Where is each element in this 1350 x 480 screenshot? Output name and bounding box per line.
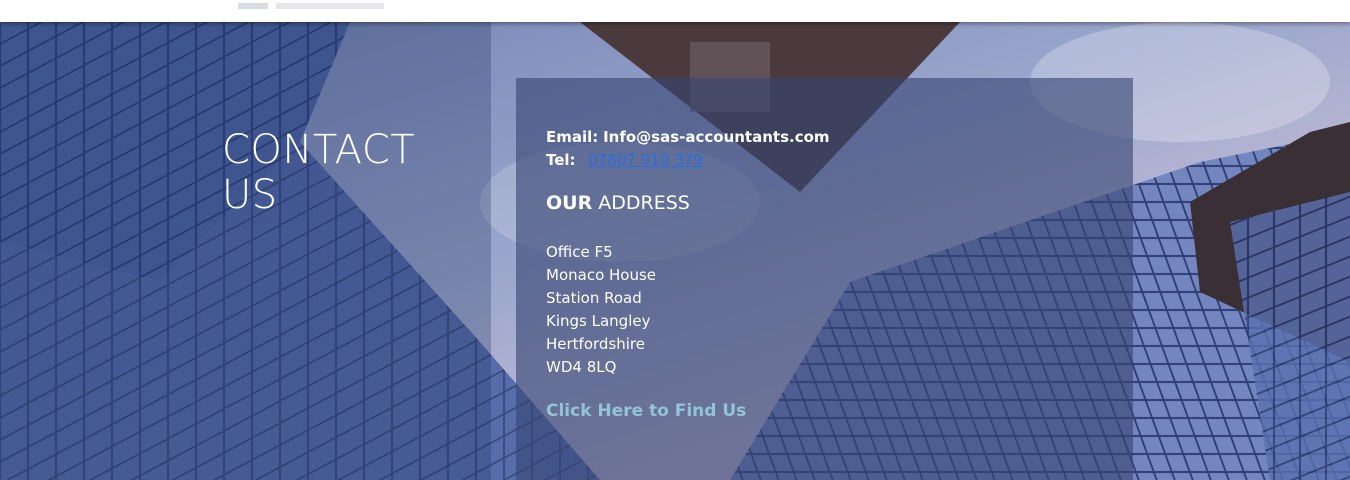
address-line: Kings Langley (546, 312, 651, 330)
site-logo[interactable] (238, 0, 384, 9)
address-lines: Office F5 Monaco House Station Road King… (546, 241, 656, 379)
address-line: Monaco House (546, 266, 657, 284)
contact-info-panel: Email: Info@sas-accountants.com Tel: 078… (516, 78, 1133, 480)
contact-us-heading: CONTACT US (222, 128, 462, 218)
address-line: Office F5 (546, 243, 613, 261)
email-address[interactable]: Info@sas-accountants.com (603, 128, 829, 146)
find-us-link[interactable]: Click Here to Find Us (546, 401, 746, 421)
contact-heading-line2: US (222, 172, 278, 218)
address-line: WD4 8LQ (546, 358, 617, 376)
address-heading-rest: ADDRESS (598, 192, 690, 214)
telephone-row: Tel: 07807 910 379 (546, 151, 703, 169)
address-line: Station Road (546, 289, 642, 307)
contact-heading-line1: CONTACT (222, 127, 416, 173)
address-heading-bold: OUR (546, 192, 593, 214)
telephone-link[interactable]: 07807 910 379 (588, 151, 703, 169)
email-row: Email: Info@sas-accountants.com (546, 128, 830, 146)
address-line: Hertfordshire (546, 335, 645, 353)
left-column-overlay (0, 22, 491, 480)
site-header (0, 0, 1350, 22)
email-label: Email: (546, 128, 599, 146)
our-address-heading: OUR ADDRESS (546, 192, 690, 214)
telephone-label: Tel: (546, 151, 576, 169)
